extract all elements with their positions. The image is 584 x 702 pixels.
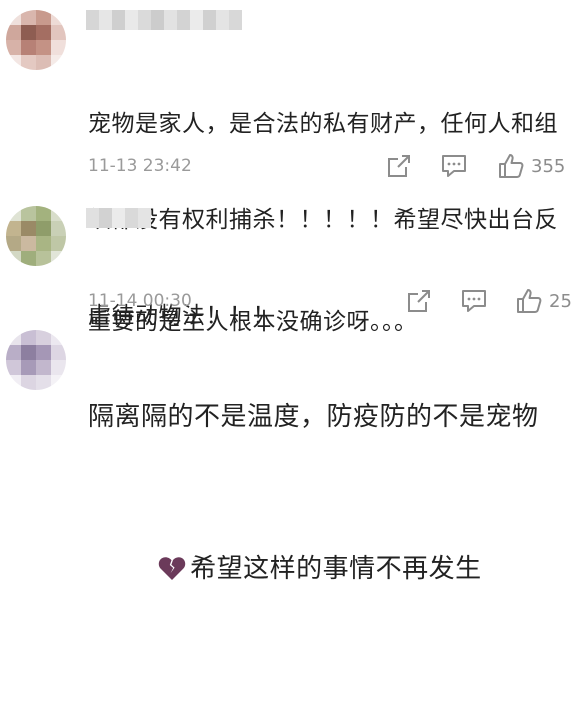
comment-2: 重要的是主人根本没确诊呀。。。 11-14 00:30 25 [0, 190, 584, 335]
share-button[interactable] [406, 288, 432, 314]
username-blurred[interactable] [86, 10, 242, 30]
timestamp: 11-14 00:30 [88, 291, 192, 311]
comment-text: 隔离隔的不是温度，防疫防的不是宠物 希望这样的事情不再发生 [88, 322, 539, 702]
avatar[interactable] [6, 206, 66, 266]
broken-heart-icon [88, 512, 186, 626]
comment-3: 隔离隔的不是温度，防疫防的不是宠物 希望这样的事情不再发生 [0, 320, 584, 584]
like-button[interactable]: 355 [497, 152, 565, 180]
comment-text-line: 宠物是家人，是合法的私有财产，任何人和组 [88, 111, 558, 137]
share-button[interactable] [386, 153, 412, 179]
timestamp: 11-13 23:42 [88, 156, 192, 176]
comment-text-line: 隔离隔的不是温度，防疫防的不是宠物 [88, 402, 539, 432]
comment-icon [462, 290, 486, 312]
comment-1: 宠物是家人，是合法的私有财产，任何人和组 织都没有权利捕杀！！！！！希望尽快出台… [0, 0, 584, 329]
like-count: 355 [531, 155, 566, 177]
comment-text-line-2: 希望这样的事情不再发生 [88, 512, 539, 626]
comment-button[interactable] [460, 288, 488, 314]
comment-button[interactable] [440, 153, 468, 179]
username-blurred[interactable] [86, 208, 151, 228]
thumbs-up-icon [517, 289, 542, 313]
like-button[interactable]: 25 [515, 287, 572, 315]
share-icon [408, 290, 430, 312]
like-count: 25 [549, 290, 572, 312]
comment-icon [442, 155, 466, 177]
thumbs-up-icon [499, 154, 524, 178]
avatar[interactable] [6, 10, 66, 70]
comment-text-line: 希望这样的事情不再发生 [190, 554, 482, 584]
avatar[interactable] [6, 330, 66, 390]
share-icon [388, 155, 410, 177]
